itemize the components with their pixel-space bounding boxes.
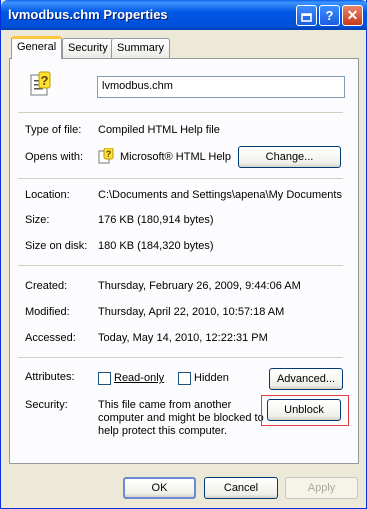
created-label: Created:	[25, 280, 68, 292]
ok-button[interactable]: OK	[123, 477, 196, 499]
advanced-button[interactable]: Advanced...	[269, 368, 343, 390]
opens-with-label: Opens with:	[25, 151, 84, 163]
size-on-disk-value: 180 KB (184,320 bytes)	[98, 240, 214, 252]
separator	[18, 178, 343, 179]
readonly-label[interactable]: Read-only	[114, 372, 164, 384]
separator	[18, 357, 343, 358]
hidden-label[interactable]: Hidden	[194, 372, 229, 384]
created-value: Thursday, February 26, 2009, 9:44:06 AM	[98, 280, 301, 292]
apply-button[interactable]: Apply	[285, 477, 358, 499]
tab-security[interactable]: Security	[62, 38, 114, 58]
hidden-checkbox[interactable]	[178, 372, 191, 385]
size-value: 176 KB (180,914 bytes)	[98, 214, 214, 226]
security-text-line-1: This file came from another	[98, 399, 232, 411]
accessed-value: Today, May 14, 2010, 12:22:31 PM	[98, 332, 268, 344]
size-on-disk-label: Size on disk:	[25, 240, 88, 252]
location-value: C:\Documents and Settings\apena\My Docum…	[98, 189, 342, 201]
security-text-line-2: computer and might be blocked to	[98, 412, 264, 424]
html-help-icon: ?	[98, 147, 114, 164]
window-title: lvmodbus.chm Properties	[8, 7, 168, 22]
svg-text:?: ?	[41, 73, 49, 88]
tab-general[interactable]: General	[11, 36, 63, 59]
tab-summary[interactable]: Summary	[111, 38, 171, 58]
security-text-line-3: help protect this computer.	[98, 425, 228, 437]
separator	[18, 112, 343, 113]
cancel-button[interactable]: Cancel	[204, 477, 278, 499]
title-bar[interactable]: lvmodbus.chm Properties ? ✕	[1, 0, 367, 30]
minimize-icon	[296, 5, 317, 26]
accessed-label: Accessed:	[25, 332, 76, 344]
security-label: Security:	[25, 399, 68, 411]
unblock-button[interactable]: Unblock	[267, 399, 341, 421]
type-value: Compiled HTML Help file	[98, 124, 220, 136]
svg-text:?: ?	[106, 149, 112, 159]
change-button[interactable]: Change...	[238, 146, 341, 168]
readonly-checkbox[interactable]	[98, 372, 111, 385]
size-label: Size:	[25, 214, 50, 226]
opens-with-value: Microsoft® HTML Help	[120, 151, 231, 163]
chm-file-icon: ?	[28, 71, 52, 97]
separator	[18, 265, 343, 266]
modified-value: Thursday, April 22, 2010, 10:57:18 AM	[98, 306, 285, 318]
properties-dialog: lvmodbus.chm Properties ? ✕ General Secu…	[0, 0, 367, 509]
filename-field[interactable]: lvmodbus.chm	[97, 76, 345, 98]
modified-label: Modified:	[25, 306, 70, 318]
close-icon[interactable]: ✕	[342, 5, 363, 26]
location-label: Location:	[25, 189, 70, 201]
type-label: Type of file:	[25, 124, 82, 136]
help-icon[interactable]: ?	[319, 5, 340, 26]
attributes-label: Attributes:	[25, 371, 75, 383]
